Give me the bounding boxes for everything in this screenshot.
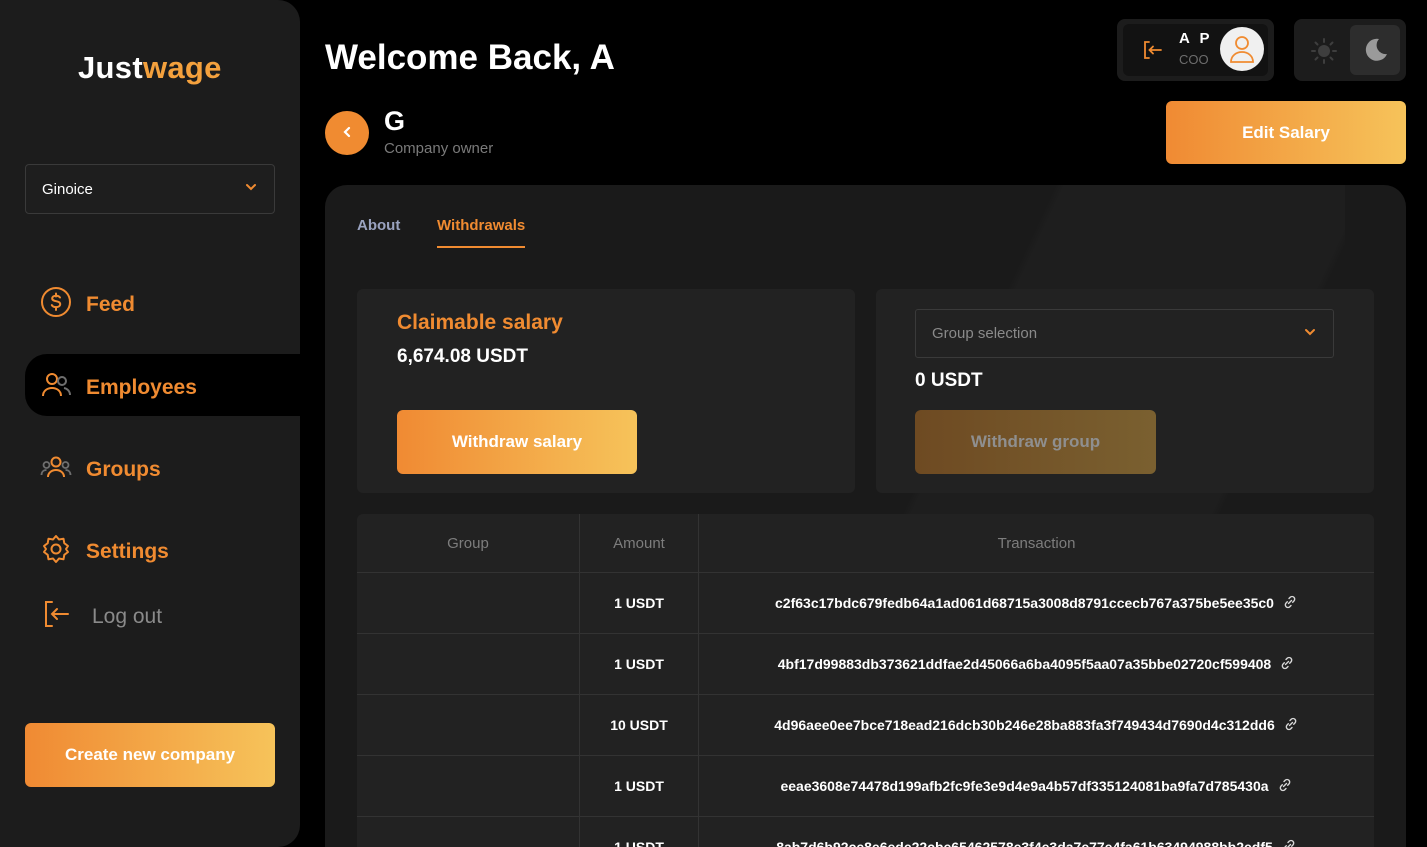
group-cell [357, 634, 580, 694]
logout-icon [40, 598, 72, 636]
company-select[interactable]: Ginoice [25, 164, 275, 214]
dollar-circle-icon [40, 286, 72, 324]
user-role: COO [1179, 52, 1209, 67]
group-select[interactable]: Group selection [915, 309, 1334, 358]
main-panel: About Withdrawals Claimable salary 6,674… [325, 185, 1406, 847]
sidebar [0, 0, 300, 847]
transaction-hash: eeae3608e74478d199afb2fc9fe3e9d4e9a4b57d… [780, 778, 1269, 794]
sidebar-item-logout[interactable]: Log out [40, 598, 162, 636]
group-cell [357, 573, 580, 633]
transaction-hash: 4d96aee0ee7bce718ead216dcb30b246e28ba883… [774, 717, 1275, 733]
table-row: 1 USDT eeae3608e74478d199afb2fc9fe3e9d4e… [357, 756, 1374, 817]
company-select-value: Ginoice [42, 180, 93, 198]
theme-toggle[interactable] [1294, 19, 1406, 81]
amount-cell: 10 USDT [580, 695, 699, 755]
employee-role: Company owner [384, 140, 494, 157]
table-row: 1 USDT 4bf17d99883db373621ddfae2d45066a6… [357, 634, 1374, 695]
sidebar-item-employees[interactable]: Employees [40, 369, 197, 407]
group-withdraw-card: Group selection 0 USDT Withdraw group [876, 289, 1374, 493]
table-row: 1 USDT c2f63c17bdc679fedb64a1ad061d68715… [357, 573, 1374, 634]
moon-icon[interactable] [1350, 25, 1400, 75]
transaction-hash: 8ab7d6b92ce8e6ede22cbe65462578e3f4e3da7e… [776, 839, 1273, 847]
column-header-group: Group [357, 514, 580, 572]
transaction-cell: eeae3608e74478d199afb2fc9fe3e9d4e9a4b57d… [699, 756, 1374, 816]
group-cell [357, 817, 580, 847]
gear-icon [40, 533, 72, 571]
sidebar-item-label: Employees [86, 376, 197, 399]
chevron-left-icon [340, 125, 354, 142]
avatar[interactable] [1220, 27, 1264, 71]
tab-withdrawals[interactable]: Withdrawals [437, 217, 526, 248]
logout-icon[interactable] [1141, 39, 1163, 66]
claimable-salary-value: 6,674.08 USDT [397, 346, 528, 367]
chevron-down-icon [1303, 325, 1317, 343]
link-icon[interactable] [1277, 777, 1293, 796]
group-cell [357, 695, 580, 755]
table-header: Group Amount Transaction [357, 514, 1374, 573]
link-icon[interactable] [1281, 838, 1297, 847]
group-icon [40, 451, 72, 489]
amount-cell: 1 USDT [580, 817, 699, 847]
sun-icon[interactable] [1310, 37, 1338, 70]
claimable-salary-title: Claimable salary [397, 311, 563, 334]
table-row: 10 USDT 4d96aee0ee7bce718ead216dcb30b246… [357, 695, 1374, 756]
transaction-cell: 4d96aee0ee7bce718ead216dcb30b246e28ba883… [699, 695, 1374, 755]
transaction-hash: c2f63c17bdc679fedb64a1ad061d68715a3008d8… [775, 595, 1274, 611]
amount-cell: 1 USDT [580, 756, 699, 816]
sidebar-item-label: Feed [86, 293, 136, 316]
app-logo[interactable]: Justwage [78, 50, 222, 86]
sidebar-item-feed[interactable]: Feed [40, 286, 135, 324]
group-cell [357, 756, 580, 816]
link-icon[interactable] [1279, 655, 1295, 674]
chevron-down-icon [244, 180, 258, 198]
transaction-cell: 8ab7d6b92ce8e6ede22cbe65462578e3f4e3da7e… [699, 817, 1374, 847]
transaction-cell: c2f63c17bdc679fedb64a1ad061d68715a3008d8… [699, 573, 1374, 633]
group-select-placeholder: Group selection [932, 325, 1038, 342]
page-title: Welcome Back, A [325, 38, 615, 77]
link-icon[interactable] [1282, 594, 1298, 613]
create-company-button[interactable]: Create new company [25, 723, 275, 787]
column-header-amount: Amount [580, 514, 699, 572]
claimable-salary-card: Claimable salary 6,674.08 USDT Withdraw … [357, 289, 855, 493]
sidebar-item-groups[interactable]: Groups [40, 451, 161, 489]
amount-cell: 1 USDT [580, 634, 699, 694]
employee-name: G [384, 106, 406, 136]
sidebar-item-label: Groups [86, 458, 161, 481]
user-initials: A P [1179, 30, 1213, 47]
tab-about[interactable]: About [357, 217, 400, 234]
back-button[interactable] [325, 111, 369, 155]
amount-cell: 1 USDT [580, 573, 699, 633]
link-icon[interactable] [1283, 716, 1299, 735]
users-icon [40, 369, 72, 407]
user-menu[interactable]: A P COO [1117, 19, 1274, 81]
sidebar-item-label: Log out [92, 605, 163, 628]
sidebar-item-settings[interactable]: Settings [40, 533, 169, 571]
transaction-cell: 4bf17d99883db373621ddfae2d45066a6ba4095f… [699, 634, 1374, 694]
column-header-transaction: Transaction [997, 534, 1076, 552]
group-value: 0 USDT [915, 370, 983, 391]
withdraw-group-button[interactable]: Withdraw group [915, 410, 1156, 474]
table-row: 1 USDT 8ab7d6b92ce8e6ede22cbe65462578e3f… [357, 817, 1374, 847]
withdraw-salary-button[interactable]: Withdraw salary [397, 410, 637, 474]
edit-salary-button[interactable]: Edit Salary [1166, 101, 1406, 164]
sidebar-item-label: Settings [86, 540, 169, 563]
transaction-hash: 4bf17d99883db373621ddfae2d45066a6ba4095f… [777, 656, 1272, 672]
withdrawals-table: Group Amount Transaction 1 USDT c2f63c17… [357, 514, 1374, 847]
